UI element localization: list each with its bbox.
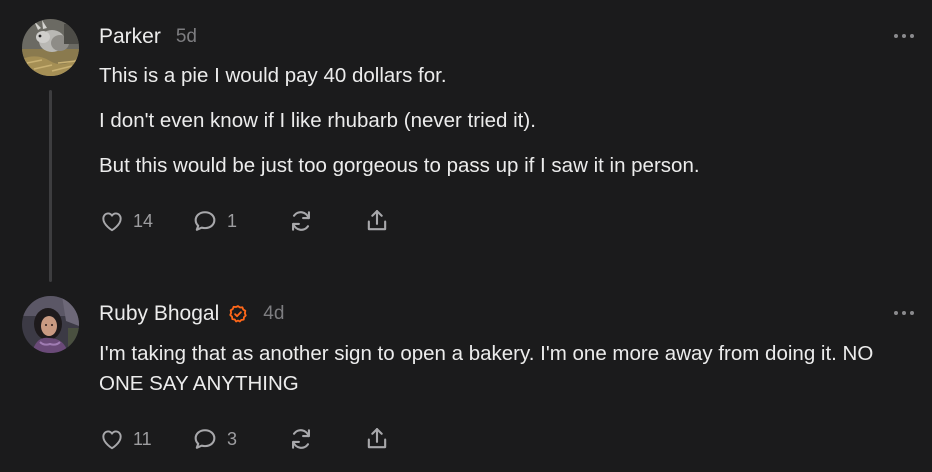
author-name[interactable]: Parker	[99, 25, 161, 49]
restack-button[interactable]	[287, 207, 363, 235]
heart-icon	[102, 430, 122, 450]
share-icon	[367, 210, 387, 231]
comment-paragraph: This is a pie I would pay 40 dollars for…	[99, 64, 447, 87]
comment-paragraph: I'm taking that as another sign to open …	[99, 342, 874, 395]
reply-count: 3	[227, 428, 238, 449]
comment-body: I'm taking that as another sign to open …	[99, 339, 899, 399]
avatar[interactable]	[22, 19, 79, 76]
reply-button[interactable]: 3	[191, 425, 287, 453]
comment-body: This is a pie I would pay 40 dollars for…	[99, 61, 899, 181]
share-button[interactable]	[363, 207, 391, 235]
comment-paragraph: But this would be just too gorgeous to p…	[99, 154, 700, 177]
heart-icon	[102, 212, 122, 232]
thread-line	[49, 90, 52, 282]
comment: Ruby Bhogal 4d I'm taking that as anothe…	[0, 285, 932, 472]
avatar[interactable]	[22, 296, 79, 353]
like-button[interactable]: 14	[99, 208, 191, 234]
like-count: 11	[133, 428, 152, 449]
comment-paragraph: I don't even know if I like rhubarb (nev…	[99, 109, 536, 132]
more-dots-icon[interactable]	[894, 31, 914, 41]
restack-icon	[292, 429, 310, 449]
comment-actions: 11 3	[99, 424, 391, 454]
comment-bubble-icon	[194, 429, 216, 449]
more-dots-icon[interactable]	[894, 308, 914, 318]
comment-header: Parker 5d	[99, 23, 197, 51]
comment-actions: 14 1	[99, 206, 391, 236]
comment-bubble-icon	[194, 211, 216, 231]
timestamp[interactable]: 4d	[263, 303, 284, 325]
like-button[interactable]: 11	[99, 426, 191, 452]
share-button[interactable]	[363, 425, 391, 453]
share-icon	[367, 428, 387, 449]
reply-button[interactable]: 1	[191, 207, 287, 235]
like-count: 14	[133, 210, 154, 231]
comment-header: Ruby Bhogal 4d	[99, 300, 284, 328]
comment: Parker 5d This is a pie I would pay 40 d…	[0, 0, 932, 285]
restack-button[interactable]	[287, 425, 363, 453]
timestamp[interactable]: 5d	[176, 26, 197, 48]
verified-badge-icon	[228, 304, 248, 324]
author-name[interactable]: Ruby Bhogal	[99, 302, 219, 326]
reply-count: 1	[227, 210, 238, 231]
restack-icon	[292, 211, 310, 231]
